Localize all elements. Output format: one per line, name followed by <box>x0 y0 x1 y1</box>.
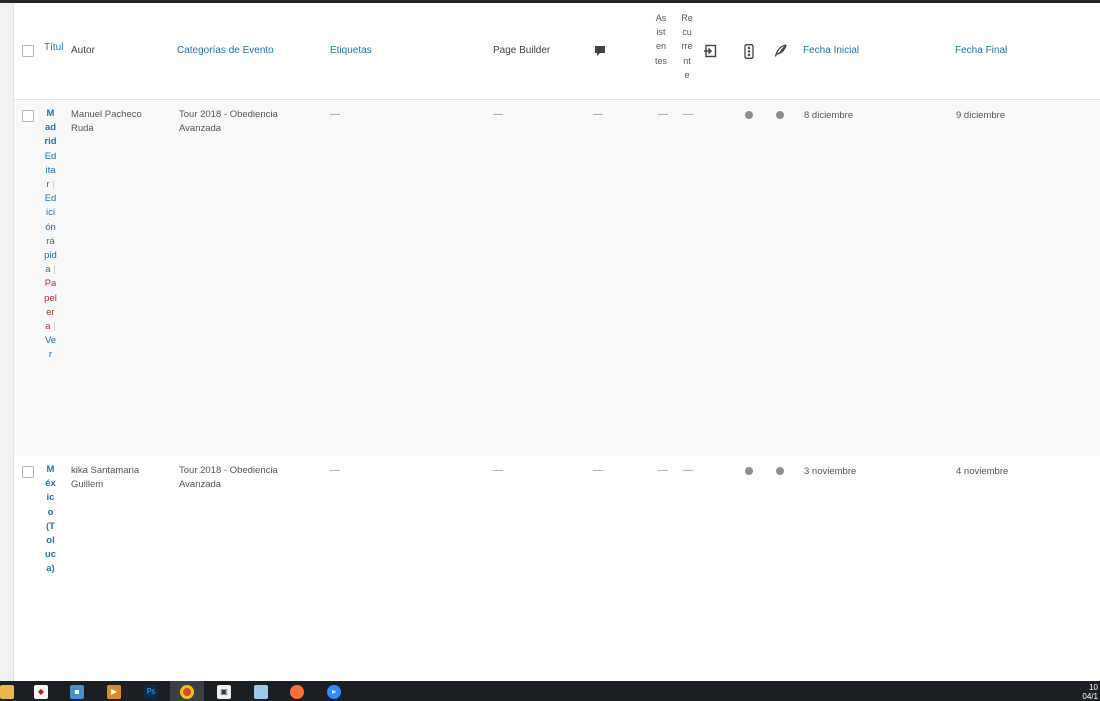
column-author-header: Autor <box>71 45 95 56</box>
row-category: Tour 2018 - Obediencia Avanzada <box>179 109 278 134</box>
row-page-builder: — <box>493 465 503 476</box>
select-all-checkbox[interactable] <box>22 45 34 57</box>
chrome-icon[interactable] <box>180 685 194 699</box>
traffic-light-icon[interactable] <box>744 44 754 62</box>
action-separator: | <box>53 264 56 276</box>
row-comments: — <box>593 465 603 476</box>
row-comments: — <box>593 109 603 120</box>
table-row: Madrid Editar | Edición rápida | Papeler… <box>14 101 1100 456</box>
table-row: México (Toluca) kika Santamaria Guillem … <box>14 456 1100 681</box>
row-title-cell: México (Toluca) <box>44 463 57 577</box>
events-list-table: Títul Autor Categorías de Evento Etiquet… <box>14 3 1100 681</box>
view-link[interactable]: Ver <box>45 335 56 360</box>
notes-icon[interactable] <box>254 685 268 699</box>
acrobat-icon[interactable]: ◆ <box>34 685 48 699</box>
system-clock[interactable]: 10 04/1 <box>1082 683 1098 701</box>
row-recurrent: — <box>683 465 693 476</box>
column-categories-header[interactable]: Categorías de Evento <box>177 44 274 58</box>
admin-sidebar-edge <box>0 3 14 681</box>
comment-icon[interactable] <box>594 45 606 60</box>
column-start-date-header[interactable]: Fecha Inicial <box>803 44 859 58</box>
column-page-builder-header: Page Builder <box>493 45 551 56</box>
photoshop-icon[interactable]: Ps <box>144 685 158 699</box>
export-icon[interactable] <box>703 44 717 61</box>
row-tags: — <box>330 465 340 476</box>
row-start-date: 3 noviembre <box>804 466 857 477</box>
row-title-link[interactable]: México (Toluca) <box>45 464 56 574</box>
clock-date: 04/1 <box>1082 692 1098 701</box>
column-attendees-header: Asistentes <box>655 13 668 66</box>
column-recurrent-header: Recurrente <box>681 13 693 80</box>
row-checkbox[interactable] <box>22 466 34 478</box>
status-dot <box>745 111 753 119</box>
row-end-date: 4 noviembre <box>956 466 1009 477</box>
zoom-icon[interactable]: ▸ <box>327 685 341 699</box>
column-end-date-header[interactable]: Fecha Final <box>955 44 1007 58</box>
media-player-icon[interactable]: ▶ <box>107 685 121 699</box>
column-title-header[interactable]: Títul <box>44 41 63 55</box>
row-attendees: — <box>658 465 668 476</box>
row-title-link[interactable]: Madrid <box>44 108 56 147</box>
row-end-date: 9 diciembre <box>956 110 1006 121</box>
feather-icon[interactable] <box>774 44 787 61</box>
action-separator: | <box>52 179 55 191</box>
row-page-builder: — <box>493 109 503 120</box>
action-separator: | <box>53 321 56 333</box>
status-dot <box>776 467 784 475</box>
status-dot <box>745 467 753 475</box>
row-start-date: 8 diciembre <box>804 110 854 121</box>
row-tags: — <box>330 109 340 120</box>
row-category: Tour 2018 - Obediencia Avanzada <box>179 465 278 490</box>
windows-taskbar: ◆ ▪ ▶ Ps ▣ ▸ 10 04/1 <box>0 681 1100 701</box>
table-header: Títul Autor Categorías de Evento Etiquet… <box>14 3 1100 100</box>
row-author-link[interactable]: Manuel Pacheco Ruda <box>71 108 157 136</box>
row-recurrent: — <box>683 109 693 120</box>
store-icon[interactable]: ▣ <box>217 685 231 699</box>
row-checkbox[interactable] <box>22 110 34 122</box>
quick-edit-link[interactable]: Edición rápida <box>44 193 57 275</box>
clock-time: 10 <box>1089 683 1098 692</box>
status-dot <box>776 111 784 119</box>
column-tags-header[interactable]: Etiquetas <box>330 44 372 58</box>
network-icon[interactable]: ▪ <box>70 685 84 699</box>
row-author-link[interactable]: kika Santamaria Guillem <box>71 464 157 492</box>
row-attendees: — <box>658 109 668 120</box>
row-title-cell: Madrid Editar | Edición rápida | Papeler… <box>44 107 57 363</box>
file-explorer-icon[interactable] <box>0 685 14 699</box>
firefox-icon[interactable] <box>290 685 304 699</box>
